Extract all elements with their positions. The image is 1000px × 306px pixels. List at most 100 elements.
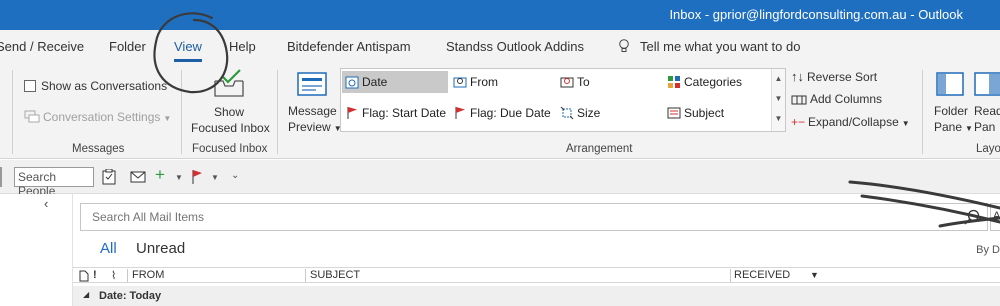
importance-icon[interactable]: ! [93,269,97,281]
expand-collapse-button[interactable]: +− Expand/Collapse ▼ [791,115,910,129]
message-preview-icon [297,72,327,96]
chevron-down-icon: ▼ [163,114,172,123]
collapse-folder-pane-icon[interactable]: ‹ [44,196,48,211]
group-divider [181,70,182,154]
reading-pane-icon [974,72,1000,96]
gallery-scrollbar[interactable]: ▲ ▼ ▼ [771,69,785,131]
group-label-messages: Messages [72,143,125,155]
chevron-down-icon: ▼ [901,119,910,128]
title-bar: Inbox - gprior@lingfordconsulting.com.au… [0,0,1000,30]
tab-view[interactable]: View [174,39,202,62]
group-label-layout: Layo [976,143,1000,155]
column-from[interactable]: FROM [132,269,164,281]
search-people-input[interactable]: Search People [14,167,94,198]
filter-all[interactable]: All [100,240,117,257]
main-area: ‹ A All Unread By D ! ⌇ FROM SUBJECT REC… [0,194,1000,306]
arrange-by-flag-start-date[interactable]: Flag: Start Date [342,102,446,124]
arrange-categories-label: Categories [684,75,743,89]
tab-bitdefender-antispam[interactable]: Bitdefender Antispam [287,39,411,54]
tell-me-text: Tell me what you want to do [640,39,801,54]
tell-me-search[interactable]: Tell me what you want to do [618,39,800,54]
focused-inbox-label-2: Focused Inbox [191,121,270,135]
gallery-more-icon[interactable]: ▼ [772,109,785,129]
reverse-sort-label: Reverse Sort [807,70,878,84]
arrange-by-categories[interactable]: Categories [664,71,742,93]
red-flag-icon [347,107,357,119]
reading-pane-button[interactable]: Read Pan [972,68,1000,138]
arrange-to-label: To [577,75,590,89]
column-header-row: ! ⌇ FROM SUBJECT RECEIVED ▼ [73,267,1000,283]
mail-list: A All Unread By D ! ⌇ FROM SUBJECT RECEI… [72,194,1000,306]
arrange-by-subject[interactable]: Subject [664,102,724,124]
message-preview-button[interactable]: Message Preview ▼ [284,68,342,138]
envelope-icon[interactable] [130,171,146,183]
arrange-from-label: From [470,75,498,89]
search-scope-dropdown[interactable]: A [990,203,1000,231]
tab-folder[interactable]: Folder [109,39,146,54]
folder-pane-label-1: Folder [934,104,969,118]
scroll-down-icon[interactable]: ▼ [772,89,785,109]
size-icon [560,106,574,120]
scroll-up-icon[interactable]: ▲ [772,69,785,89]
show-as-conversations-label: Show as Conversations [41,79,168,93]
customize-toolbar-icon[interactable]: ⌄ [231,169,239,183]
arrange-size-label: Size [577,106,601,120]
calendar-clock-icon [345,76,359,89]
folder-pane-icon [936,72,964,96]
lightbulb-icon [619,39,629,52]
group-divider [277,70,278,154]
ribbon: Show as Conversations Conversation Setti… [0,64,1000,159]
document-icon[interactable] [79,270,89,282]
folder-pane-label-2: Pane ▼ [934,120,973,134]
flag-icon[interactable] [190,169,204,185]
new-item-plus-icon[interactable]: + [155,166,165,183]
tab-standss-outlook-addins[interactable]: Standss Outlook Addins [446,39,584,54]
attachment-icon[interactable]: ⌇ [111,269,116,282]
ribbon-tabs: Send / Receive Folder View Help Bitdefen… [0,30,1000,64]
show-focused-inbox-button[interactable]: Show Focused Inbox [188,68,270,138]
column-divider [730,269,731,282]
filter-unread[interactable]: Unread [136,240,185,257]
arrange-by-from[interactable]: From [450,71,498,93]
toolbar-divider [0,167,2,187]
message-preview-label-1: Message [288,104,337,118]
folder-pane-button[interactable]: Folder Pane ▼ [930,68,973,138]
group-divider [922,70,923,154]
show-as-conversations-checkbox[interactable]: Show as Conversations [24,79,167,93]
column-divider [305,269,306,282]
conversation-settings-icon [24,110,40,123]
tab-help[interactable]: Help [229,39,256,54]
group-header-date-today[interactable]: ◢ Date: Today [73,286,1000,306]
chevron-down-icon[interactable]: ▼ [211,171,219,185]
arrange-subject-label: Subject [684,106,725,120]
group-header-label: Date: Today [99,290,162,302]
group-label-focused-inbox: Focused Inbox [192,143,268,155]
conversation-settings-label: Conversation Settings [43,110,161,124]
sort-descending-icon[interactable]: ▼ [810,270,819,280]
red-flag-icon [455,107,465,119]
arrange-by-date[interactable]: Date [342,71,448,93]
message-preview-label-2: Preview ▼ [288,120,342,134]
reverse-sort-button[interactable]: ↑↓ Reverse Sort [791,69,877,84]
column-subject[interactable]: SUBJECT [310,269,360,281]
search-mail-input[interactable] [81,204,941,230]
checkbox-icon [24,80,36,92]
tab-send-receive[interactable]: Send / Receive [0,39,84,54]
arrange-flag-due-label: Flag: Due Date [470,106,551,120]
search-mail-box[interactable] [80,203,988,231]
arrange-by-to[interactable]: To [557,71,590,93]
sort-by-dropdown[interactable]: By D [976,244,1000,256]
column-received[interactable]: RECEIVED [734,269,790,281]
search-icon[interactable] [964,209,980,225]
group-collapse-icon[interactable]: ◢ [83,290,89,299]
window-title: Inbox - gprior@lingfordconsulting.com.au… [669,7,963,22]
quick-access-toolbar: Search People + ▼ ▼ ⌄ [0,160,1000,198]
add-columns-button[interactable]: Add Columns [791,92,882,106]
column-divider [127,269,128,282]
conversation-settings-button[interactable]: Conversation Settings ▼ [24,110,171,124]
arrange-by-flag-due-date[interactable]: Flag: Due Date [450,102,551,124]
chevron-down-icon[interactable]: ▼ [175,171,183,185]
from-envelope-icon [453,77,467,88]
arrange-by-size[interactable]: Size [557,102,600,124]
address-book-icon[interactable] [102,169,116,185]
